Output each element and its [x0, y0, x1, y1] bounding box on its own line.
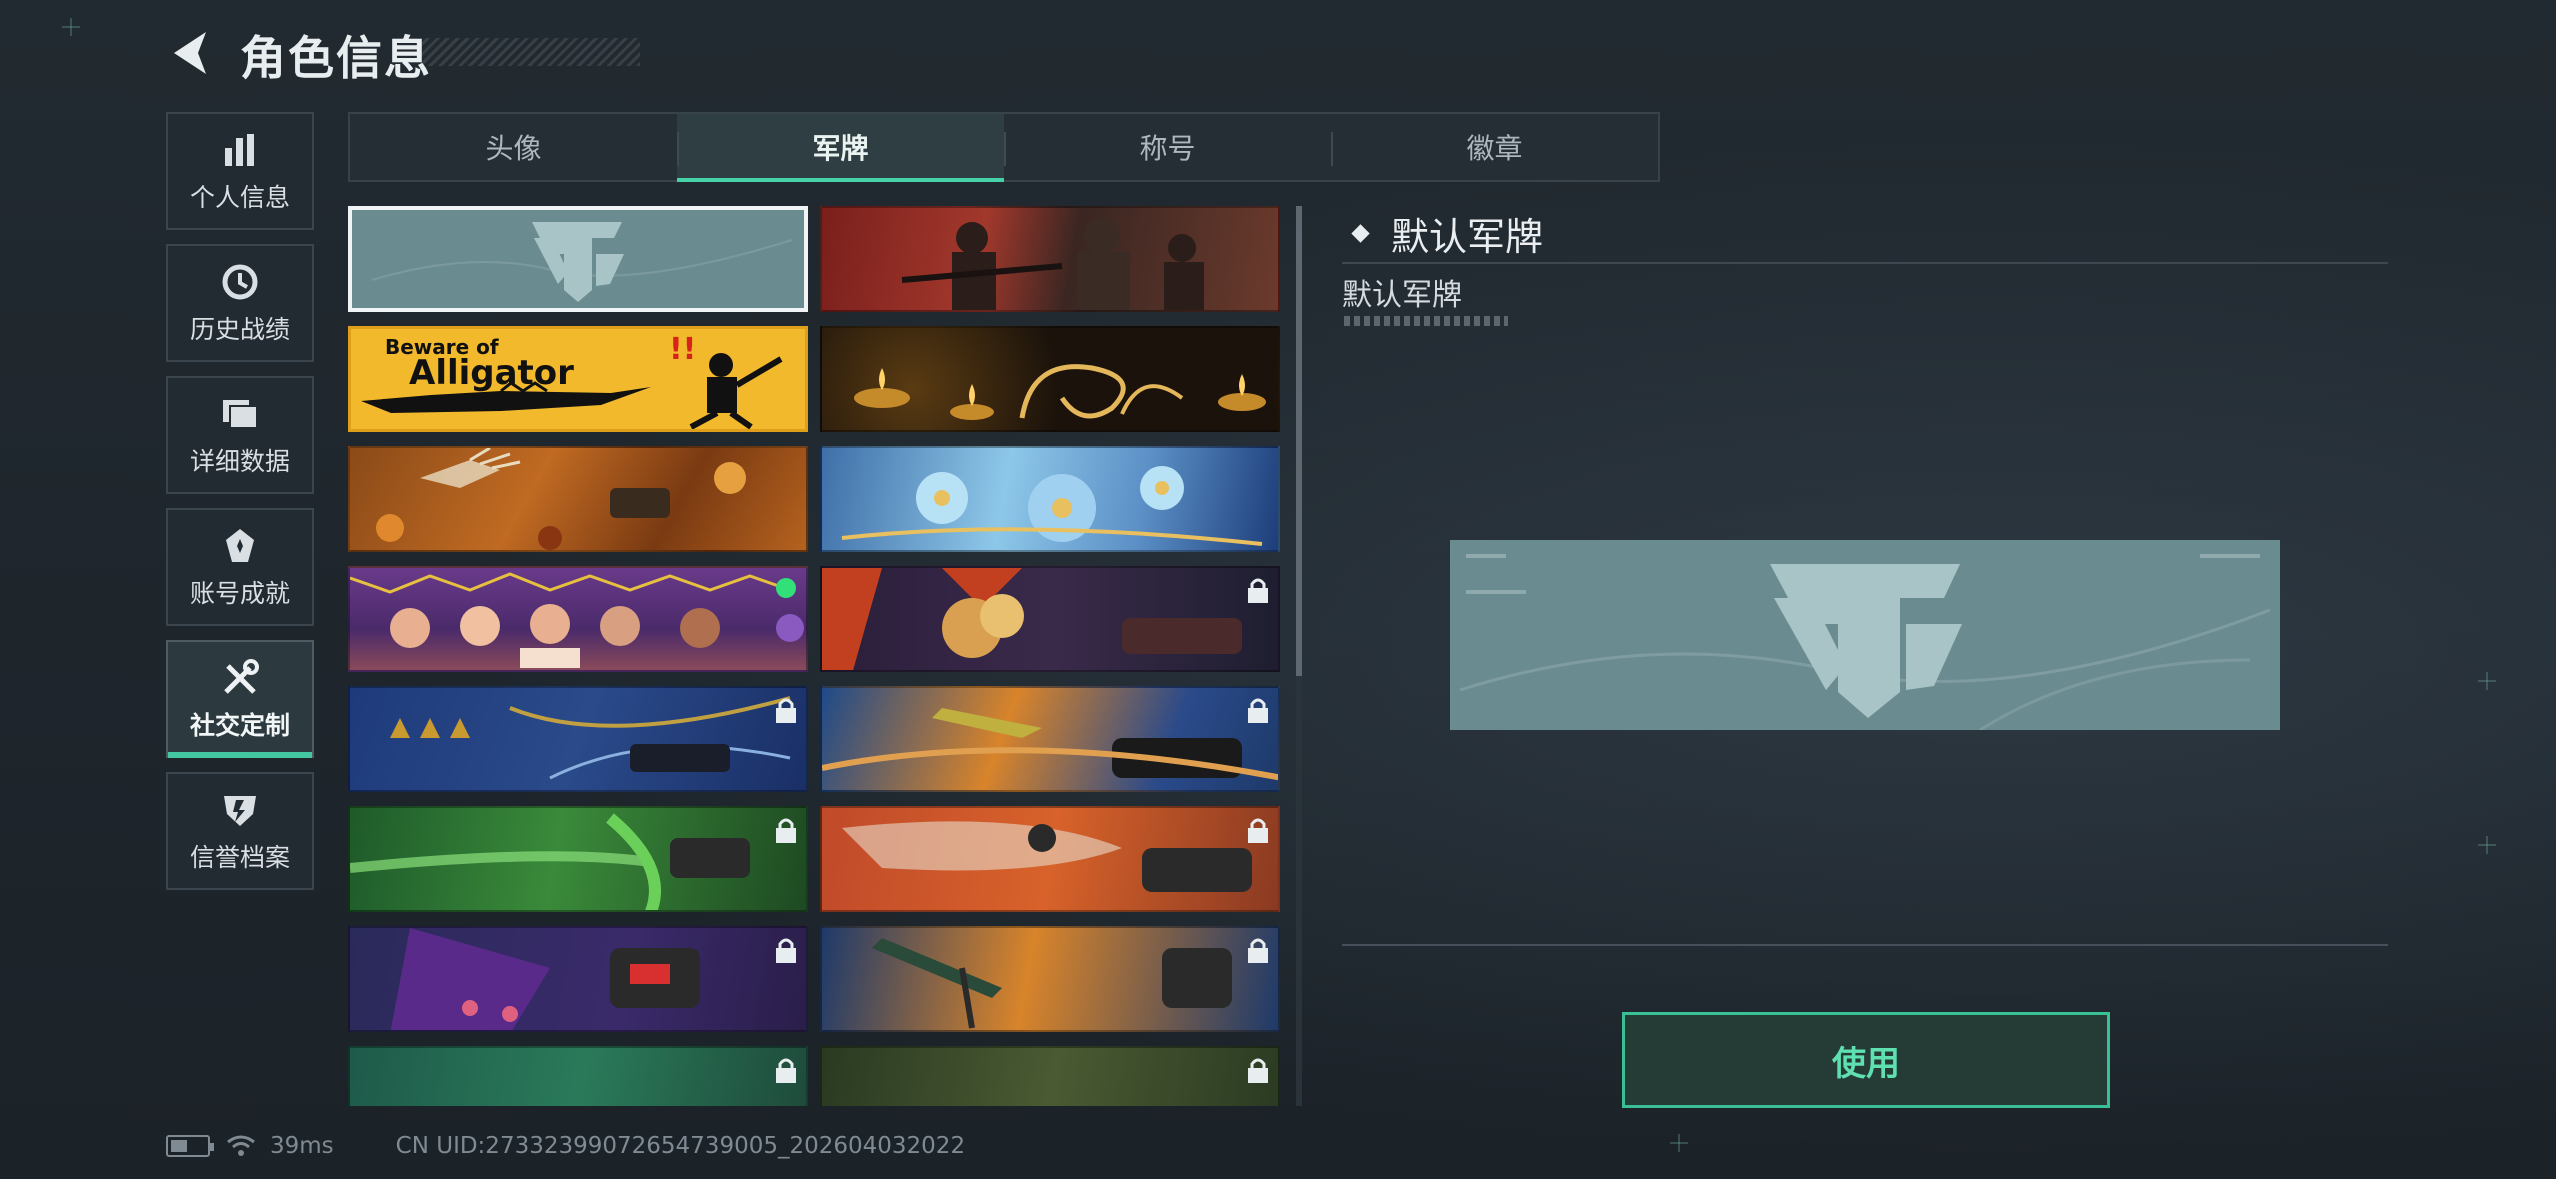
category-tabs: 头像 军牌 称号 徽章	[348, 112, 1660, 182]
nav-label: 账号成就	[189, 579, 290, 608]
alligator-art-icon: !!	[361, 332, 783, 429]
nav-label: 信誉档案	[189, 843, 290, 872]
back-arrow-icon	[174, 32, 206, 74]
nav-item-social[interactable]: 社交定制	[166, 640, 314, 758]
tab-dogtag[interactable]: 军牌	[677, 114, 1004, 182]
dogtag-card[interactable]	[348, 1046, 808, 1106]
dogtag-card[interactable]	[348, 206, 808, 312]
clock-history-icon	[218, 260, 262, 304]
dogtag-card[interactable]	[348, 806, 808, 912]
dogtag-card[interactable]	[348, 686, 808, 792]
dogtag-card[interactable]	[348, 926, 808, 1032]
tab-badge[interactable]: 徽章	[1331, 114, 1658, 180]
dogtag-card[interactable]	[348, 446, 808, 552]
tab-title[interactable]: 称号	[1004, 114, 1331, 180]
folder-icon	[218, 392, 262, 436]
battery-icon	[166, 1135, 214, 1157]
dogtag-emblem-icon	[1459, 554, 2271, 730]
party-art-icon	[350, 572, 804, 668]
dogtag-card[interactable]	[820, 566, 1280, 672]
nav-item-achievements[interactable]: 账号成就	[166, 508, 314, 626]
hud-cross-decoration	[2478, 836, 2496, 854]
title-decoration	[420, 38, 640, 66]
dogtag-card[interactable]	[820, 926, 1280, 1032]
diamond-icon	[1351, 224, 1370, 243]
dogtag-card[interactable]	[820, 806, 1280, 912]
nav-item-personal[interactable]: 个人信息	[166, 112, 314, 230]
svg-text:!!: !!	[669, 332, 696, 367]
nav-item-history[interactable]: 历史战绩	[166, 244, 314, 362]
purple-paw-art-icon	[390, 928, 700, 1030]
dogtag-card[interactable]	[820, 326, 1280, 432]
detail-item-name: 默认军牌	[1342, 278, 1462, 313]
wifi-icon	[227, 1135, 255, 1156]
ping-text: 39ms	[270, 1133, 334, 1159]
bar-chart-icon	[218, 128, 262, 172]
dogtag-card[interactable]	[820, 1046, 1280, 1106]
lock-icon	[1248, 578, 1268, 603]
nav-item-details[interactable]: 详细数据	[166, 376, 314, 494]
lock-icon	[776, 938, 796, 963]
dogtag-card[interactable]	[820, 206, 1280, 312]
page-title: 角色信息	[240, 31, 432, 85]
candles-art-icon	[854, 364, 1266, 420]
dogtag-card[interactable]	[348, 566, 808, 672]
dogtag-card[interactable]	[820, 686, 1280, 792]
tools-icon	[218, 656, 262, 700]
nav-label: 详细数据	[189, 447, 290, 476]
divider	[1342, 262, 2388, 264]
hud-cross-decoration	[62, 18, 80, 36]
dogtag-card[interactable]: Beware of Alligator !!	[348, 326, 808, 432]
autumn-leaves-art-icon	[376, 448, 746, 550]
dogtag-grid: Beware of Alligator !!	[348, 206, 1280, 1106]
detail-title: 默认军牌	[1391, 215, 1544, 259]
flowers-art-icon	[841, 466, 1263, 546]
lock-icon	[1248, 1058, 1268, 1083]
explosion-art-icon	[822, 568, 1242, 670]
nav-label: 历史战绩	[189, 315, 290, 344]
dogtag-preview	[1450, 540, 2280, 730]
green-swirl-art-icon	[350, 813, 750, 910]
lock-icon	[1248, 698, 1268, 723]
tab-avatar[interactable]: 头像	[350, 114, 677, 180]
lock-icon	[776, 1058, 796, 1083]
back-button[interactable]	[166, 28, 210, 78]
uid-text: CN UID:27332399072654739005_202604032022	[395, 1133, 966, 1159]
hud-cross-decoration	[1670, 1134, 1688, 1152]
grid-scrollbar-thumb[interactable]	[1296, 206, 1302, 676]
lock-icon	[776, 818, 796, 843]
soldiers-art-icon	[901, 218, 1204, 310]
orange-rocket-art-icon	[872, 938, 1232, 1029]
nav-label: 个人信息	[189, 183, 290, 212]
status-bar: 39ms CN UID:27332399072654739005_2026040…	[166, 1128, 965, 1164]
nav-label: 社交定制	[189, 711, 290, 740]
detail-subtext-decoration	[1344, 316, 1508, 326]
lock-icon	[1248, 938, 1268, 963]
side-nav: 个人信息 历史战绩 详细数据 账号成就 社交定制 信誉档案	[166, 112, 316, 904]
use-button[interactable]: 使用	[1622, 1012, 2110, 1108]
hud-cross-decoration	[2478, 672, 2496, 690]
medal-icon	[218, 524, 262, 568]
lock-icon	[1248, 818, 1268, 843]
nav-item-credit[interactable]: 信誉档案	[166, 772, 314, 890]
shield-icon	[218, 788, 262, 832]
blue-wind-art-icon	[390, 696, 791, 780]
orange-sketch-art-icon	[842, 821, 1252, 892]
dogtag-card[interactable]	[820, 446, 1280, 552]
detail-header: 默认军牌	[1351, 206, 1544, 261]
orange-blue-art-icon	[822, 708, 1278, 781]
dogtag-emblem-icon	[371, 222, 793, 302]
lock-icon	[776, 698, 796, 723]
